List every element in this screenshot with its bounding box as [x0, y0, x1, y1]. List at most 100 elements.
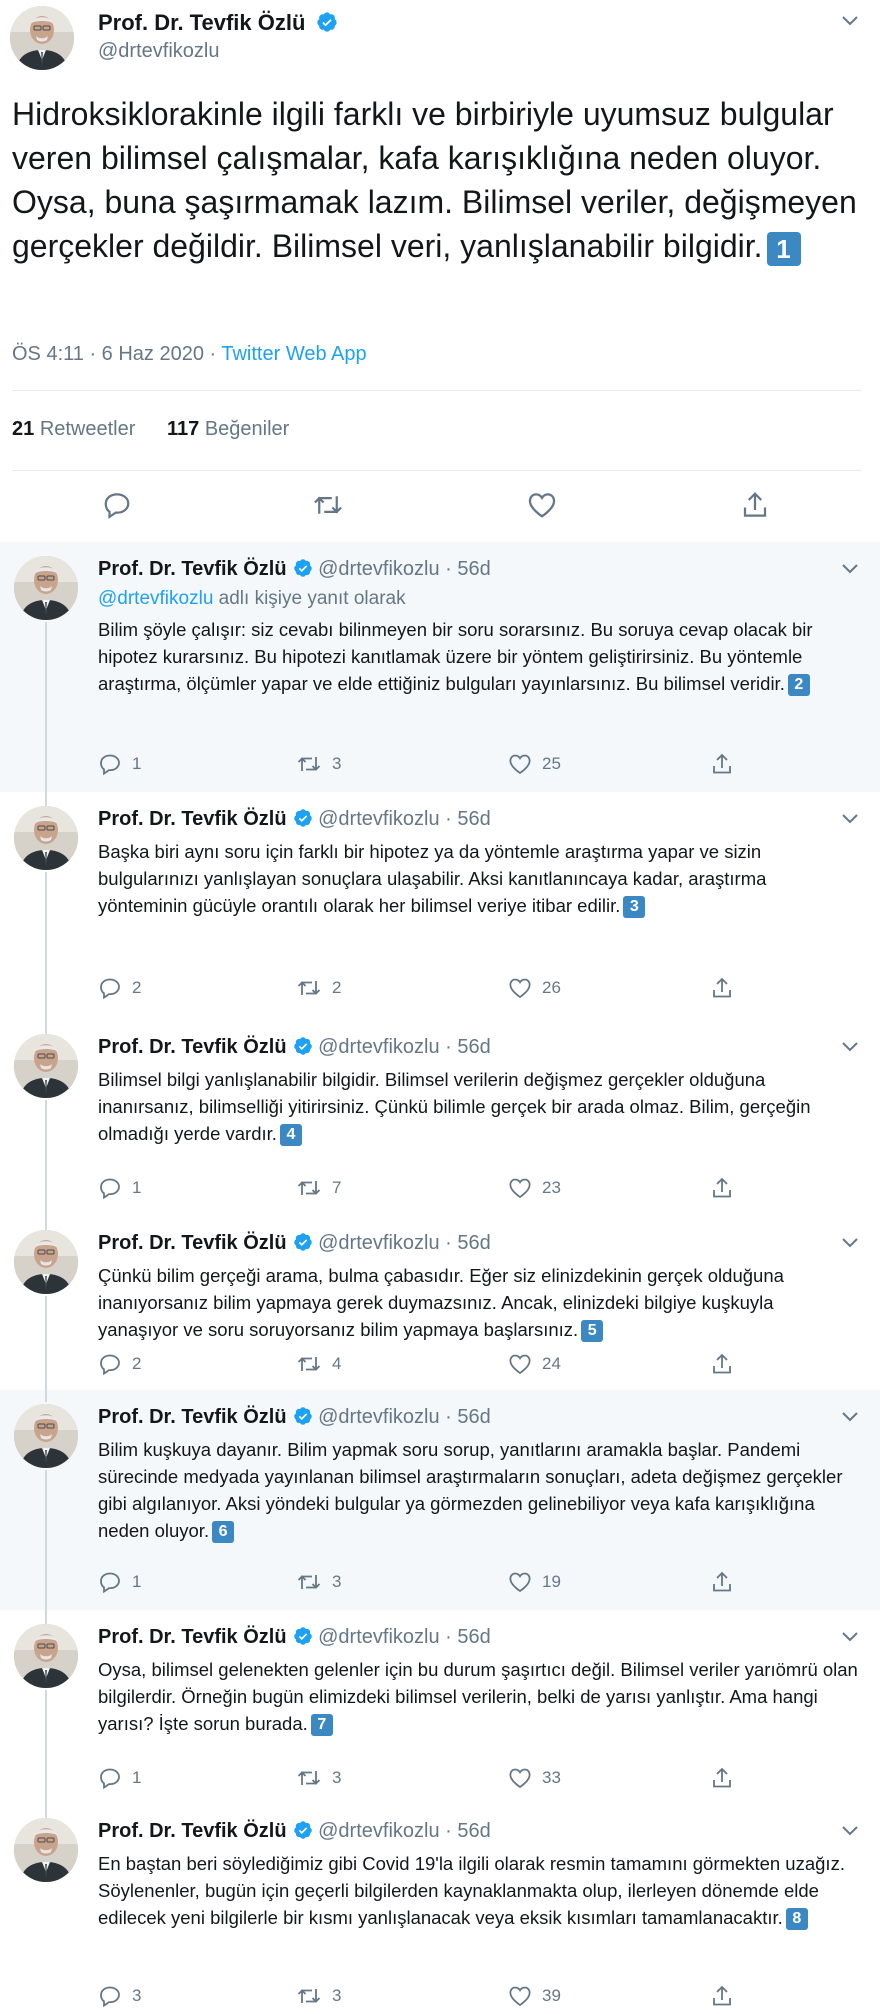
share-action[interactable]	[710, 1766, 734, 1790]
author-name[interactable]: Prof. Dr. Tevfik Özlü	[98, 10, 305, 35]
avatar[interactable]	[14, 1404, 78, 1468]
reply-icon[interactable]	[98, 1766, 122, 1790]
tweet-age[interactable]: · 56d	[445, 558, 491, 580]
avatar[interactable]	[14, 1818, 78, 1882]
author-name[interactable]: Prof. Dr. Tevfik Özlü	[98, 1820, 287, 1842]
share-icon[interactable]	[710, 1176, 734, 1200]
like-icon[interactable]	[508, 976, 532, 1000]
chevron-down-icon[interactable]	[838, 556, 862, 580]
tweet-age[interactable]: · 56d	[445, 1406, 491, 1428]
share-action[interactable]	[710, 1176, 734, 1200]
retweet-icon[interactable]	[296, 1176, 322, 1200]
retweet-action[interactable]: 7	[296, 1176, 341, 1200]
author-handle[interactable]: @drtevfikozlu	[318, 1820, 439, 1842]
tweet-age[interactable]: · 56d	[445, 1626, 491, 1648]
share-icon[interactable]	[710, 1352, 734, 1376]
mention-link[interactable]: @drtevfikozlu	[98, 588, 213, 609]
reply-icon[interactable]	[98, 976, 122, 1000]
like-action[interactable]: 39	[508, 1984, 561, 2008]
reply-tweet[interactable]: Prof. Dr. Tevfik Özlü @drtevfikozlu · 56…	[0, 1804, 880, 2013]
tweet-age[interactable]: · 56d	[445, 1232, 491, 1254]
reply-action[interactable]: 1	[98, 1766, 141, 1790]
retweet-icon[interactable]	[296, 1766, 322, 1790]
reply-icon[interactable]	[98, 752, 122, 776]
author-handle[interactable]: @drtevfikozlu	[318, 1406, 439, 1428]
like-action[interactable]: 23	[508, 1176, 561, 1200]
tweet-time[interactable]: ÖS 4:11 · 6 Haz 2020 ·	[12, 343, 221, 365]
retweet-icon[interactable]	[296, 976, 322, 1000]
author-name[interactable]: Prof. Dr. Tevfik Özlü	[98, 1036, 287, 1058]
avatar[interactable]	[14, 806, 78, 870]
retweet-icon[interactable]	[296, 1570, 322, 1594]
author-name[interactable]: Prof. Dr. Tevfik Özlü	[98, 1406, 287, 1428]
retweet-icon[interactable]	[296, 752, 322, 776]
author-name[interactable]: Prof. Dr. Tevfik Özlü	[98, 1626, 287, 1648]
author-name[interactable]: Prof. Dr. Tevfik Özlü	[98, 808, 287, 830]
like-action[interactable]: 24	[508, 1352, 561, 1376]
chevron-down-icon[interactable]	[838, 806, 862, 830]
retweet-icon[interactable]	[313, 490, 343, 520]
tweet-age[interactable]: · 56d	[445, 808, 491, 830]
author-handle[interactable]: @drtevfikozlu	[318, 1626, 439, 1648]
retweets-stat[interactable]: 21 Retweetler	[12, 418, 135, 440]
retweet-action[interactable]: 3	[296, 1984, 341, 2008]
reply-icon[interactable]	[98, 1984, 122, 2008]
like-icon[interactable]	[527, 490, 557, 520]
author-handle[interactable]: @drtevfikozlu	[98, 40, 338, 63]
reply-icon[interactable]	[98, 1570, 122, 1594]
likes-stat[interactable]: 117 Beğeniler	[167, 418, 289, 440]
tweet-age[interactable]: · 56d	[445, 1820, 491, 1842]
retweet-action[interactable]: 3	[296, 752, 341, 776]
avatar[interactable]	[14, 1034, 78, 1098]
chevron-down-icon[interactable]	[838, 1818, 862, 1842]
share-action[interactable]	[710, 752, 734, 776]
retweet-icon[interactable]	[296, 1984, 322, 2008]
avatar[interactable]	[14, 1230, 78, 1294]
reply-action[interactable]: 1	[98, 1176, 141, 1200]
like-icon[interactable]	[508, 1766, 532, 1790]
author-handle[interactable]: @drtevfikozlu	[318, 1232, 439, 1254]
like-icon[interactable]	[508, 1570, 532, 1594]
reply-tweet[interactable]: Prof. Dr. Tevfik Özlü @drtevfikozlu · 56…	[0, 1216, 880, 1404]
reply-action[interactable]: 3	[98, 1984, 141, 2008]
retweet-action[interactable]: 3	[296, 1570, 341, 1594]
share-icon[interactable]	[710, 976, 734, 1000]
author-handle[interactable]: @drtevfikozlu	[318, 1036, 439, 1058]
retweet-action[interactable]: 3	[296, 1766, 341, 1790]
share-action[interactable]	[710, 976, 734, 1000]
reply-tweet[interactable]: Prof. Dr. Tevfik Özlü @drtevfikozlu · 56…	[0, 1020, 880, 1230]
author-name[interactable]: Prof. Dr. Tevfik Özlü	[98, 558, 287, 580]
like-icon[interactable]	[508, 752, 532, 776]
tweet-source-app[interactable]: Twitter Web App	[221, 343, 366, 365]
like-action[interactable]: 33	[508, 1766, 561, 1790]
reply-tweet[interactable]: Prof. Dr. Tevfik Özlü @drtevfikozlu · 56…	[0, 542, 880, 806]
author-name[interactable]: Prof. Dr. Tevfik Özlü	[98, 1232, 287, 1254]
avatar[interactable]	[14, 556, 78, 620]
share-icon[interactable]	[710, 1766, 734, 1790]
share-icon[interactable]	[740, 490, 770, 520]
retweet-icon[interactable]	[296, 1352, 322, 1376]
like-icon[interactable]	[508, 1176, 532, 1200]
share-icon[interactable]	[710, 1570, 734, 1594]
reply-tweet[interactable]: Prof. Dr. Tevfik Özlü @drtevfikozlu · 56…	[0, 1390, 880, 1624]
chevron-down-icon[interactable]	[838, 1404, 862, 1428]
share-action[interactable]	[710, 1352, 734, 1376]
reply-action[interactable]: 1	[98, 1570, 141, 1594]
chevron-down-icon[interactable]	[838, 1034, 862, 1058]
reply-action[interactable]: 2	[98, 976, 141, 1000]
tweet-age[interactable]: · 56d	[445, 1036, 491, 1058]
like-action[interactable]: 19	[508, 1570, 561, 1594]
reply-icon[interactable]	[98, 1352, 122, 1376]
reply-action[interactable]: 1	[98, 752, 141, 776]
chevron-down-icon[interactable]	[838, 1230, 862, 1254]
share-action[interactable]	[710, 1984, 734, 2008]
reply-tweet[interactable]: Prof. Dr. Tevfik Özlü @drtevfikozlu · 56…	[0, 792, 880, 1034]
author-handle[interactable]: @drtevfikozlu	[318, 808, 439, 830]
like-icon[interactable]	[508, 1352, 532, 1376]
author-handle[interactable]: @drtevfikozlu	[318, 558, 439, 580]
reply-tweet[interactable]: Prof. Dr. Tevfik Özlü @drtevfikozlu · 56…	[0, 1610, 880, 1818]
share-action[interactable]	[710, 1570, 734, 1594]
share-icon[interactable]	[710, 1984, 734, 2008]
reply-icon[interactable]	[102, 490, 132, 520]
share-icon[interactable]	[710, 752, 734, 776]
